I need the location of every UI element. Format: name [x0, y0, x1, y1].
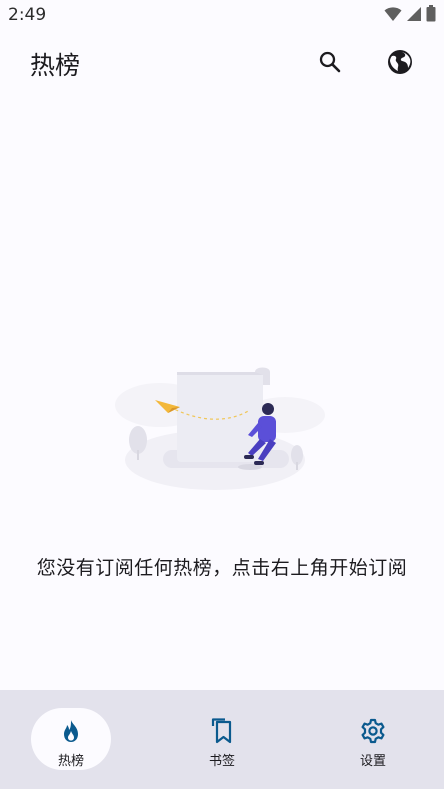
globe-button[interactable]: [380, 42, 420, 82]
bottom-navigation: 热榜 书签 设置: [0, 690, 444, 789]
nav-label-hot: 热榜: [57, 754, 84, 769]
top-app-bar: 热榜: [0, 30, 444, 94]
status-bar: 2:49: [0, 0, 444, 30]
status-icons: [384, 5, 436, 22]
wifi-icon: [384, 6, 402, 21]
search-icon: [319, 51, 341, 73]
empty-state-message: 您没有订阅任何热榜，点击右上角开始订阅: [36, 557, 408, 579]
empty-state-illustration: [115, 367, 325, 490]
nav-label-bookmarks: 书签: [208, 754, 235, 769]
nav-item-settings[interactable]: 设置: [333, 708, 413, 770]
globe-icon: [388, 50, 412, 74]
cell-signal-icon: [407, 6, 421, 21]
battery-icon: [426, 5, 436, 22]
bookmarks-icon: [211, 718, 232, 744]
nav-label-settings: 设置: [359, 754, 386, 769]
settings-gear-icon: [361, 718, 385, 744]
status-time: 2:49: [8, 5, 47, 25]
search-button[interactable]: [310, 42, 350, 82]
fire-icon: [64, 720, 78, 742]
nav-item-bookmarks[interactable]: 书签: [182, 708, 262, 770]
nav-item-hot[interactable]: 热榜: [31, 708, 111, 770]
page-title: 热榜: [30, 51, 81, 80]
